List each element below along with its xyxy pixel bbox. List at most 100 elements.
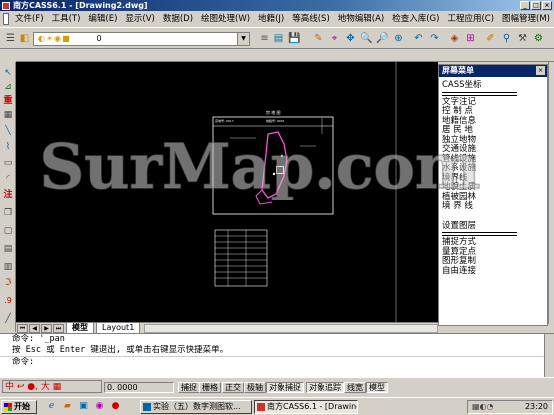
screen-menu-item-layer-setup[interactable]: 设置图层	[442, 221, 547, 232]
otrack-toggle[interactable]: 对象追踪	[306, 382, 344, 393]
app-icon	[2, 2, 10, 10]
zoom-realtime-icon[interactable]: 🔍	[360, 32, 373, 45]
tray-icons[interactable]: ▦◐◔	[472, 402, 494, 411]
copy-icon[interactable]: ❐	[1, 206, 15, 220]
menu-tools[interactable]: 工具(T)	[48, 12, 85, 26]
lineweight-toggle[interactable]: 线宽	[344, 382, 366, 393]
menu-engineering[interactable]: 工程应用(C)	[443, 12, 498, 26]
menu-file[interactable]: 文件(F)	[11, 12, 48, 26]
elevation-icon[interactable]: .9	[1, 294, 15, 308]
undo-icon[interactable]: ↶	[412, 32, 425, 45]
polyline-icon[interactable]: ⌇	[1, 140, 15, 154]
osnap-toggle[interactable]: 对象捕捉	[266, 382, 304, 393]
menu-sheet-manage[interactable]: 图幅管理(M)	[498, 12, 554, 26]
pen-icon[interactable]: ✎	[312, 32, 325, 45]
open-icon[interactable]: ▤	[272, 32, 285, 45]
redo-icon[interactable]: ↷	[428, 32, 441, 45]
coordinate-readout: 0. 0000	[104, 382, 174, 393]
document-icon[interactable]	[3, 13, 10, 25]
edit-tool-icon[interactable]: ⚒	[516, 32, 529, 45]
screen-menu-item-cass-coord[interactable]: CASS坐标	[442, 80, 547, 91]
minimize-button[interactable]: _	[520, 1, 530, 10]
properties-icon[interactable]: ≡	[258, 32, 271, 45]
menu-edit[interactable]: 编辑(E)	[84, 12, 121, 26]
grid-toggle[interactable]: 栅格	[199, 382, 221, 393]
move-icon[interactable]: ▢	[1, 224, 15, 238]
screen-menu-spacer	[442, 212, 547, 222]
rectangle-icon[interactable]: ▭	[1, 156, 15, 170]
duplicate-icon[interactable]: 重	[1, 94, 15, 108]
task-document[interactable]: 实验（五）数字测图软...	[140, 400, 252, 414]
folder-icon[interactable]: ▰	[62, 401, 73, 412]
media-icon[interactable]: ◉	[94, 401, 105, 412]
menu-feature-edit[interactable]: 地物编辑(A)	[334, 12, 388, 26]
tab-last-button[interactable]: ⏭	[53, 323, 64, 333]
command-scrollbar[interactable]	[544, 334, 554, 378]
pointer-icon[interactable]: ↖	[1, 66, 15, 80]
task-cass[interactable]: 南方CASS6.1 - [Drawing...	[254, 400, 358, 414]
qq-icon[interactable]: ●	[110, 401, 121, 412]
zoom-previous-icon[interactable]: ⊕	[392, 32, 405, 45]
select-icon[interactable]: ⊞	[464, 32, 477, 45]
command-prompt[interactable]: 命令:	[0, 356, 554, 367]
restore-button[interactable]: □	[531, 1, 541, 10]
block-icon[interactable]: ▤	[1, 242, 15, 256]
sheet-header-left: 宗地号: 0017	[215, 118, 234, 123]
vertical-scrollbar[interactable]	[548, 62, 554, 324]
menu-check-import[interactable]: 检查入库(G)	[388, 12, 443, 26]
screen-menu-separator	[442, 232, 517, 236]
menu-contour[interactable]: 等高线(S)	[288, 12, 334, 26]
drawing-svg: 宗 地 图 宗地号: 0017 地籍号: 0001	[212, 62, 397, 322]
measure-line-icon[interactable]: ╱	[1, 312, 15, 326]
pan-icon[interactable]: ✥	[344, 32, 357, 45]
snap-toggle[interactable]: 捕捉	[178, 382, 200, 393]
close-button[interactable]: ×	[542, 1, 552, 10]
dimension-icon[interactable]: ⊿	[1, 80, 15, 94]
screen-menu-item[interactable]: 境 界 线	[442, 201, 547, 212]
tab-first-button[interactable]: ⏮	[17, 323, 28, 333]
task-label: 实验（五）数字测图软...	[153, 402, 241, 411]
layer-tool-icon[interactable]: ◈	[448, 32, 461, 45]
tab-prev-button[interactable]: ◀	[29, 323, 40, 333]
layer-select[interactable]: ◐☀◉■ 0 ▼	[33, 32, 250, 46]
screen-menu-title: 屏幕菜单	[439, 65, 547, 77]
screen-menu-item[interactable]: 自由连接	[442, 266, 547, 277]
model-toggle[interactable]: 模型	[366, 382, 388, 393]
menu-draw[interactable]: 绘图处理(W)	[197, 12, 254, 26]
polar-toggle[interactable]: 极轴	[244, 382, 266, 393]
ie-icon[interactable]: ℯ	[46, 401, 57, 412]
ortho-toggle[interactable]: 正交	[222, 382, 244, 393]
layer-state-icon[interactable]: ◧	[18, 32, 31, 45]
main-toolbar: ☰ ◧ ◐☀◉■ 0 ▼ ≡ ▤ 💾 ✎ ⌖ ✥ 🔍 🔎 ⊕ ↶ ↷ ◈ ⊞ ✐…	[0, 27, 554, 49]
hatch-icon[interactable]: ▥	[1, 260, 15, 274]
annotate-icon[interactable]: 注	[1, 188, 15, 202]
ime-indicator[interactable]: 中 ↩ ●, 大 ▦	[2, 380, 102, 393]
sheet-frame	[212, 116, 334, 215]
zoom-window-icon[interactable]: 🔎	[376, 32, 389, 45]
tab-next-button[interactable]: ▶	[41, 323, 52, 333]
layer-manager-icon[interactable]: ☰	[4, 32, 17, 45]
tab-model[interactable]: 模型	[66, 322, 94, 334]
settings-icon[interactable]: ⚙	[532, 32, 545, 45]
start-button[interactable]: 开始	[1, 400, 37, 414]
desktop-icon[interactable]: ▣	[78, 401, 89, 412]
command-window[interactable]: 命令: '_pan 按 Esc 或 Enter 键退出, 或单击右键显示快捷菜单…	[0, 333, 554, 378]
arc-icon[interactable]: ◜	[1, 172, 15, 186]
save-icon[interactable]: 💾	[288, 32, 301, 45]
menu-data[interactable]: 数据(D)	[159, 12, 197, 26]
close-icon[interactable]: ×	[536, 66, 545, 75]
text-icon[interactable]: ℑ	[1, 276, 15, 290]
tab-layout1[interactable]: Layout1	[96, 322, 141, 334]
drawing-canvas[interactable]: 宗 地 图 宗地号: 0017 地籍号: 0001	[16, 62, 438, 322]
line-icon[interactable]: ╲	[1, 124, 15, 138]
clock: 23:20	[524, 402, 548, 411]
menu-cadastre[interactable]: 地籍(J)	[254, 12, 288, 26]
grid-icon[interactable]: ▦	[1, 108, 15, 122]
draw-icon[interactable]: ✐	[484, 32, 497, 45]
measure-icon[interactable]: ⚲	[500, 32, 513, 45]
cass-window: 南方CASS6.1 - [Drawing2.dwg] _ □ × 文件(F) 工…	[0, 0, 554, 415]
horizontal-scrollbar[interactable]	[144, 323, 438, 333]
menu-view[interactable]: 显示(V)	[121, 12, 158, 26]
chevron-down-icon[interactable]: ▼	[237, 33, 249, 45]
snap-icon[interactable]: ⌖	[328, 32, 341, 45]
